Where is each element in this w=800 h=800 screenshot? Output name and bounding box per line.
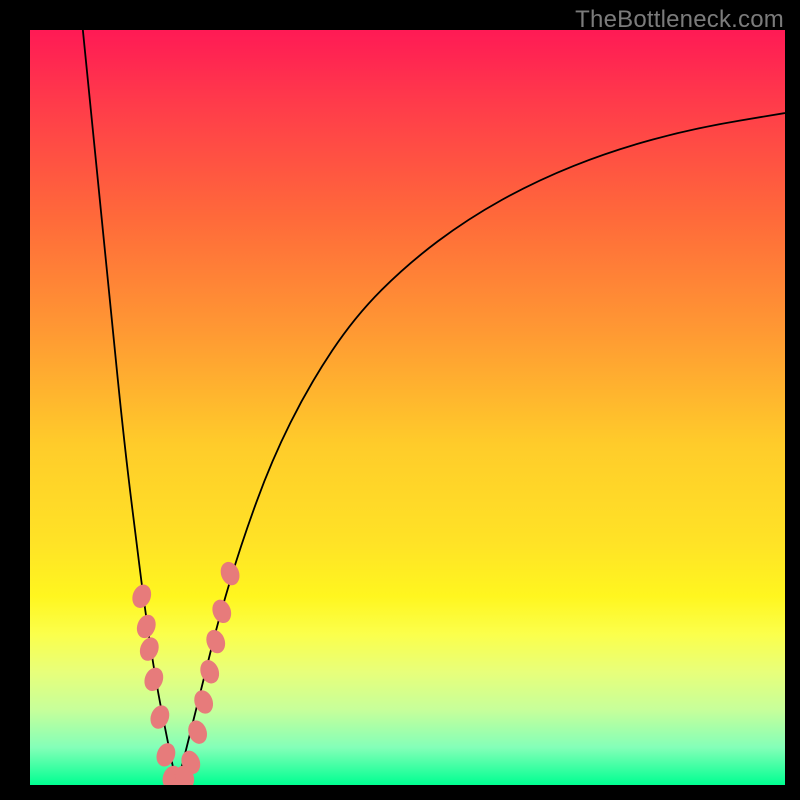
data-point [129, 582, 154, 611]
data-point [141, 665, 166, 694]
watermark-text: TheBottleneck.com [575, 6, 784, 34]
data-point [137, 635, 162, 664]
data-point [153, 740, 178, 769]
data-point [203, 627, 228, 656]
plot-area [30, 30, 785, 785]
data-point [218, 559, 243, 588]
chart-frame: TheBottleneck.com [0, 0, 800, 800]
data-point [209, 597, 234, 626]
data-point [197, 657, 222, 686]
data-point [134, 612, 159, 641]
data-point [147, 703, 172, 732]
bottleneck-curve-path [83, 30, 785, 779]
bottleneck-curve-svg [30, 30, 785, 785]
